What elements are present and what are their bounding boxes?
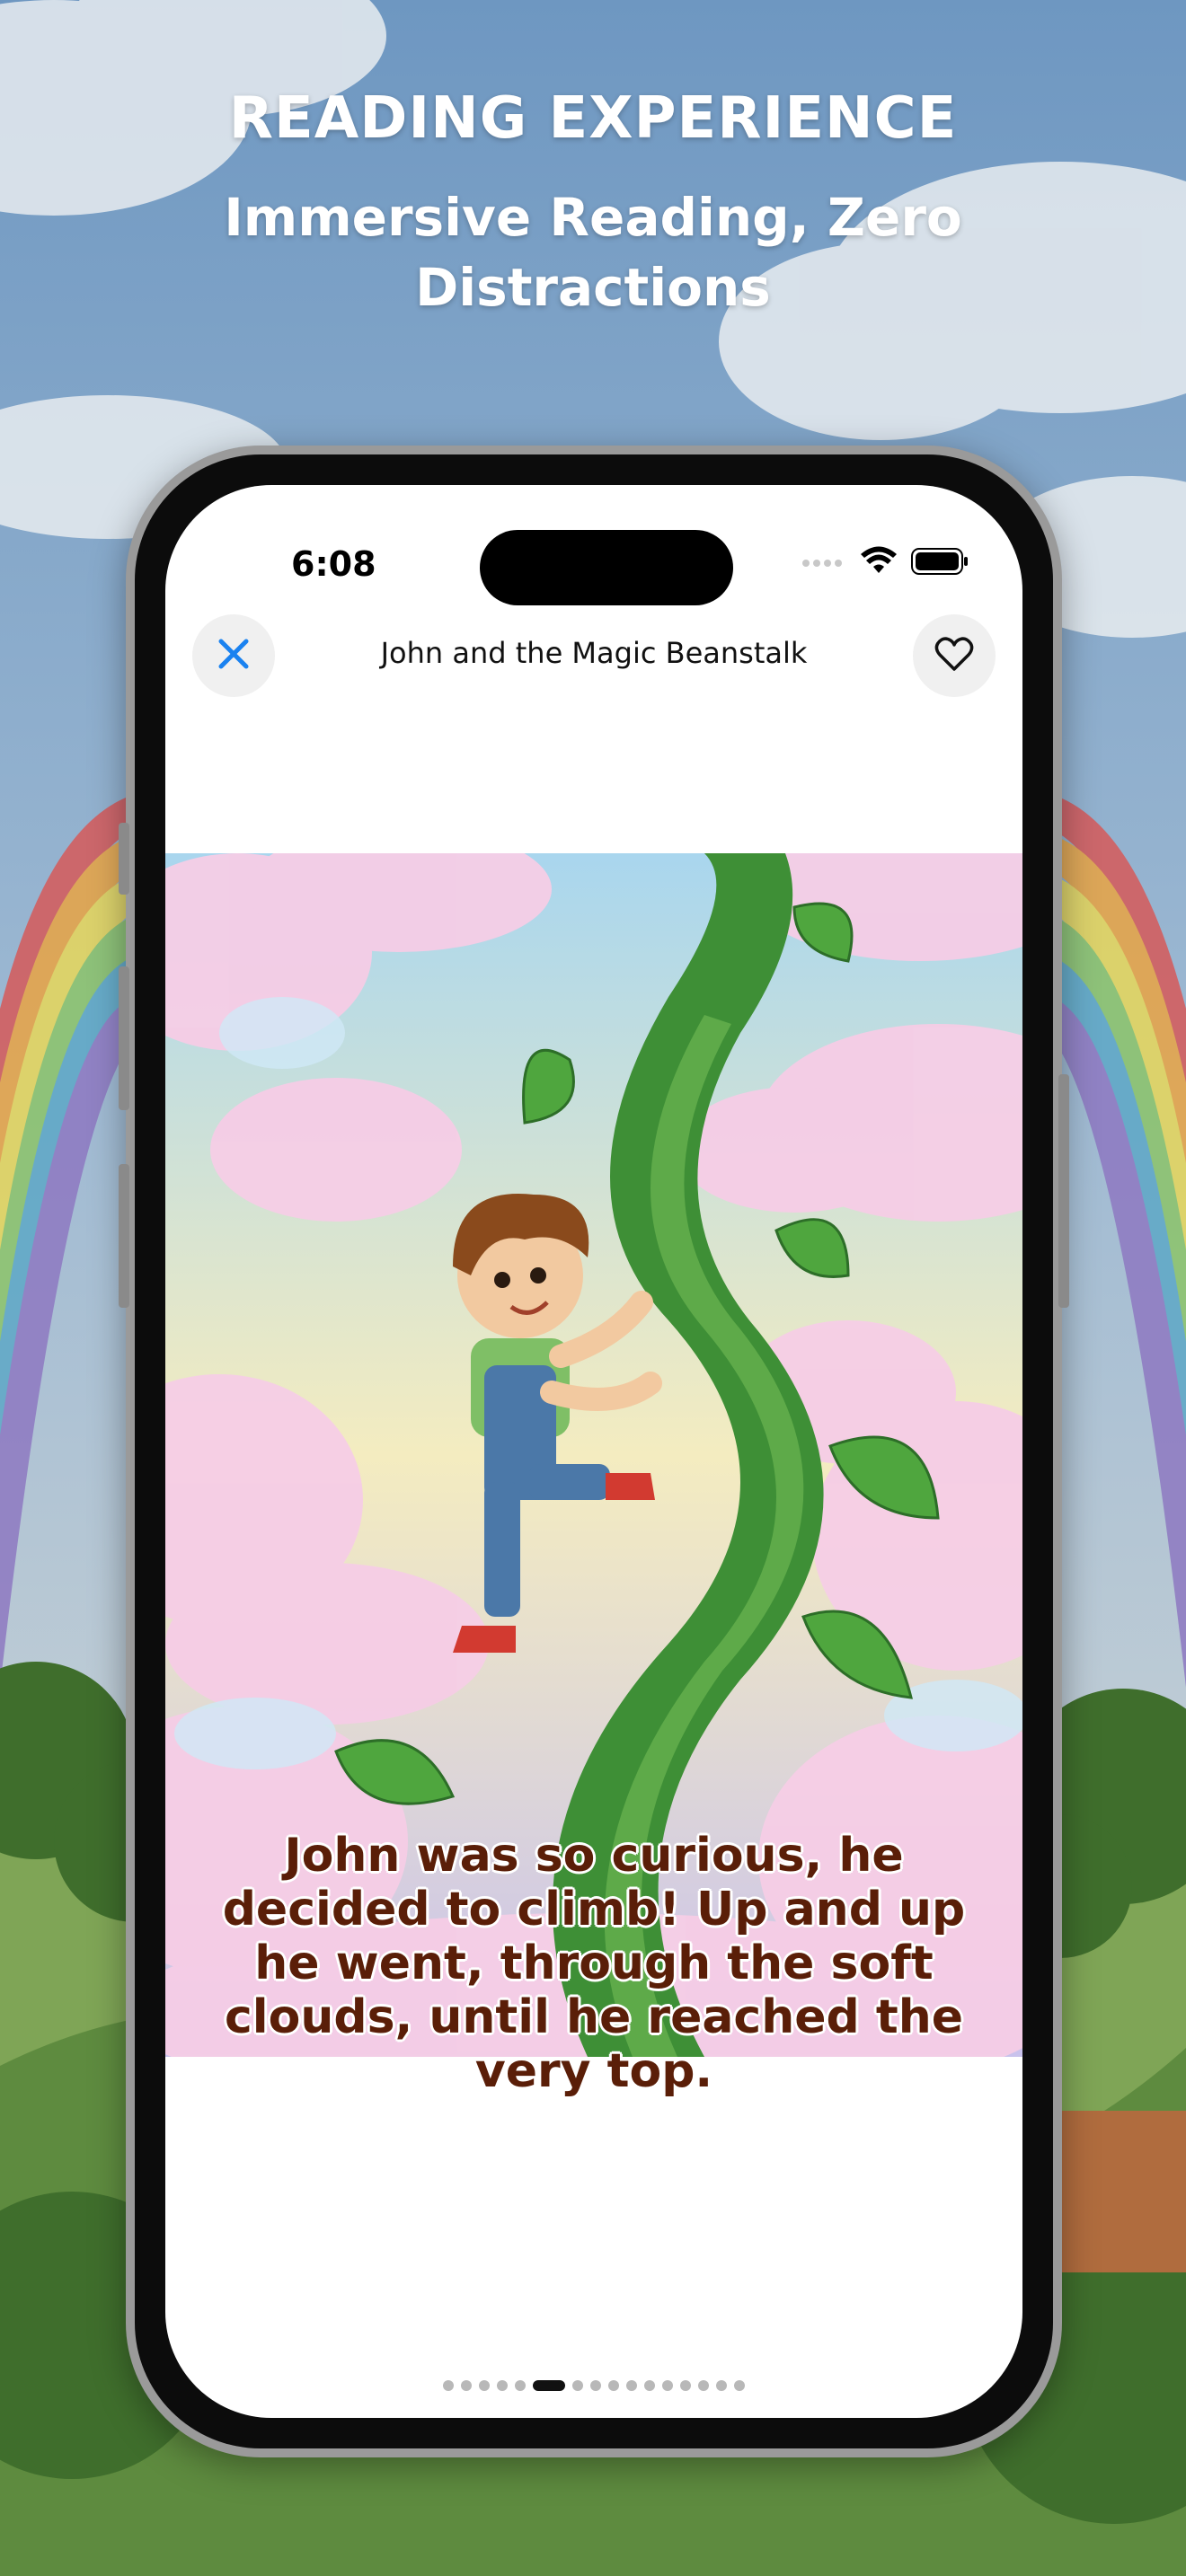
page-dot[interactable] [734, 2380, 745, 2391]
book-title: John and the Magic Beanstalk [380, 636, 808, 670]
page-dot[interactable] [626, 2380, 637, 2391]
page-dot-active[interactable] [533, 2380, 565, 2391]
phone-frame: 6:08 John and the Magic Beanstalk John w… [119, 446, 1069, 2457]
close-icon [216, 636, 252, 675]
page-dot[interactable] [590, 2380, 601, 2391]
wifi-icon [859, 546, 898, 580]
status-icons [801, 546, 969, 580]
dynamic-island [480, 530, 733, 605]
status-time: 6:08 [291, 544, 376, 584]
battery-icon [911, 548, 969, 578]
page-dot[interactable] [716, 2380, 727, 2391]
power-button [1058, 1074, 1069, 1308]
page-dot[interactable] [698, 2380, 709, 2391]
heart-outline-icon [934, 635, 975, 676]
page-dot[interactable] [680, 2380, 691, 2391]
page-dot[interactable] [497, 2380, 508, 2391]
phone-bezel: 6:08 John and the Magic Beanstalk John w… [135, 454, 1053, 2448]
page-dot[interactable] [662, 2380, 673, 2391]
page-dot[interactable] [479, 2380, 490, 2391]
close-button[interactable] [192, 614, 275, 697]
reader-screen: 6:08 John and the Magic Beanstalk John w… [165, 485, 1022, 2418]
marketing-header: READING EXPERIENCE Immersive Reading, Ze… [0, 85, 1186, 322]
page-dot[interactable] [515, 2380, 526, 2391]
header-subtitle: Immersive Reading, Zero Distractions [224, 187, 962, 318]
page-dot[interactable] [572, 2380, 583, 2391]
signal-icon [801, 555, 846, 572]
page-dot[interactable] [644, 2380, 655, 2391]
volume-down-button [119, 1164, 129, 1308]
page-dot[interactable] [608, 2380, 619, 2391]
favorite-button[interactable] [913, 614, 996, 697]
page-caption: John was so curious, he decided to climb… [222, 1829, 966, 2098]
header-kicker: READING EXPERIENCE [228, 85, 958, 152]
action-button [119, 823, 129, 895]
page-indicator[interactable] [165, 2380, 1022, 2391]
page-dot[interactable] [443, 2380, 454, 2391]
volume-up-button [119, 966, 129, 1110]
page-dot[interactable] [461, 2380, 472, 2391]
